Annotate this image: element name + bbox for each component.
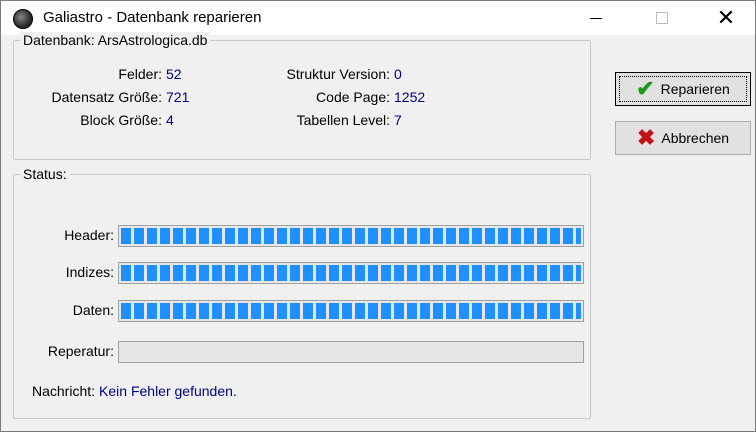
field-block-groesse: Block Größe: 4 xyxy=(80,112,174,128)
header-progress-label: Header: xyxy=(64,227,114,243)
daten-progress-bar xyxy=(118,300,584,322)
cancel-button[interactable]: ✖ Abbrechen xyxy=(615,121,751,155)
app-icon xyxy=(13,9,33,29)
indizes-progress-label: Indizes: xyxy=(65,264,114,280)
repair-button[interactable]: ✔ Reparieren xyxy=(615,72,751,106)
check-icon: ✔ xyxy=(636,76,655,101)
repair-button-label: Reparieren xyxy=(660,81,730,97)
reperatur-progress-bar xyxy=(118,341,584,363)
close-button[interactable]: ✕ xyxy=(701,1,751,35)
cancel-button-label: Abbrechen xyxy=(661,130,730,146)
close-icon: ✕ xyxy=(716,5,736,30)
header-progress-bar xyxy=(118,225,584,247)
status-legend: Status: xyxy=(20,166,70,182)
message-value: Kein Fehler gefunden. xyxy=(99,383,237,399)
x-icon: ✖ xyxy=(636,125,656,150)
indizes-progress-bar xyxy=(118,262,584,284)
message-label: Nachricht: xyxy=(32,383,96,399)
field-felder: Felder: 52 xyxy=(118,66,182,82)
message-line: Nachricht: Kein Fehler gefunden. xyxy=(32,383,237,399)
indizes-progress-fill xyxy=(121,265,581,281)
field-tabellen-level: Tabellen Level: 7 xyxy=(296,112,402,128)
database-legend: Datenbank: ArsAstrologica.db xyxy=(20,32,211,48)
reperatur-progress-label: Reperatur: xyxy=(47,343,114,359)
minimize-button[interactable] xyxy=(571,1,621,35)
minimize-icon xyxy=(590,17,602,19)
header-progress-fill xyxy=(121,228,581,244)
field-code-page: Code Page: 1252 xyxy=(316,89,426,105)
field-struktur-version: Struktur Version: 0 xyxy=(286,66,402,82)
field-datensatz-groesse: Datensatz Größe: 721 xyxy=(51,89,190,105)
database-group: Datenbank: ArsAstrologica.db Felder: 52 D… xyxy=(13,32,591,160)
status-group: Status: Header: Indizes: Daten: Reperatu… xyxy=(13,166,591,419)
dialog-window: Galiastro - Datenbank reparieren ✕ Daten… xyxy=(0,0,756,432)
maximize-icon xyxy=(656,12,668,24)
window-title: Galiastro - Datenbank reparieren xyxy=(43,9,262,26)
daten-progress-fill xyxy=(121,303,581,319)
maximize-button[interactable] xyxy=(637,1,687,35)
title-bar[interactable]: Galiastro - Datenbank reparieren ✕ xyxy=(1,1,755,35)
daten-progress-label: Daten: xyxy=(72,302,114,318)
